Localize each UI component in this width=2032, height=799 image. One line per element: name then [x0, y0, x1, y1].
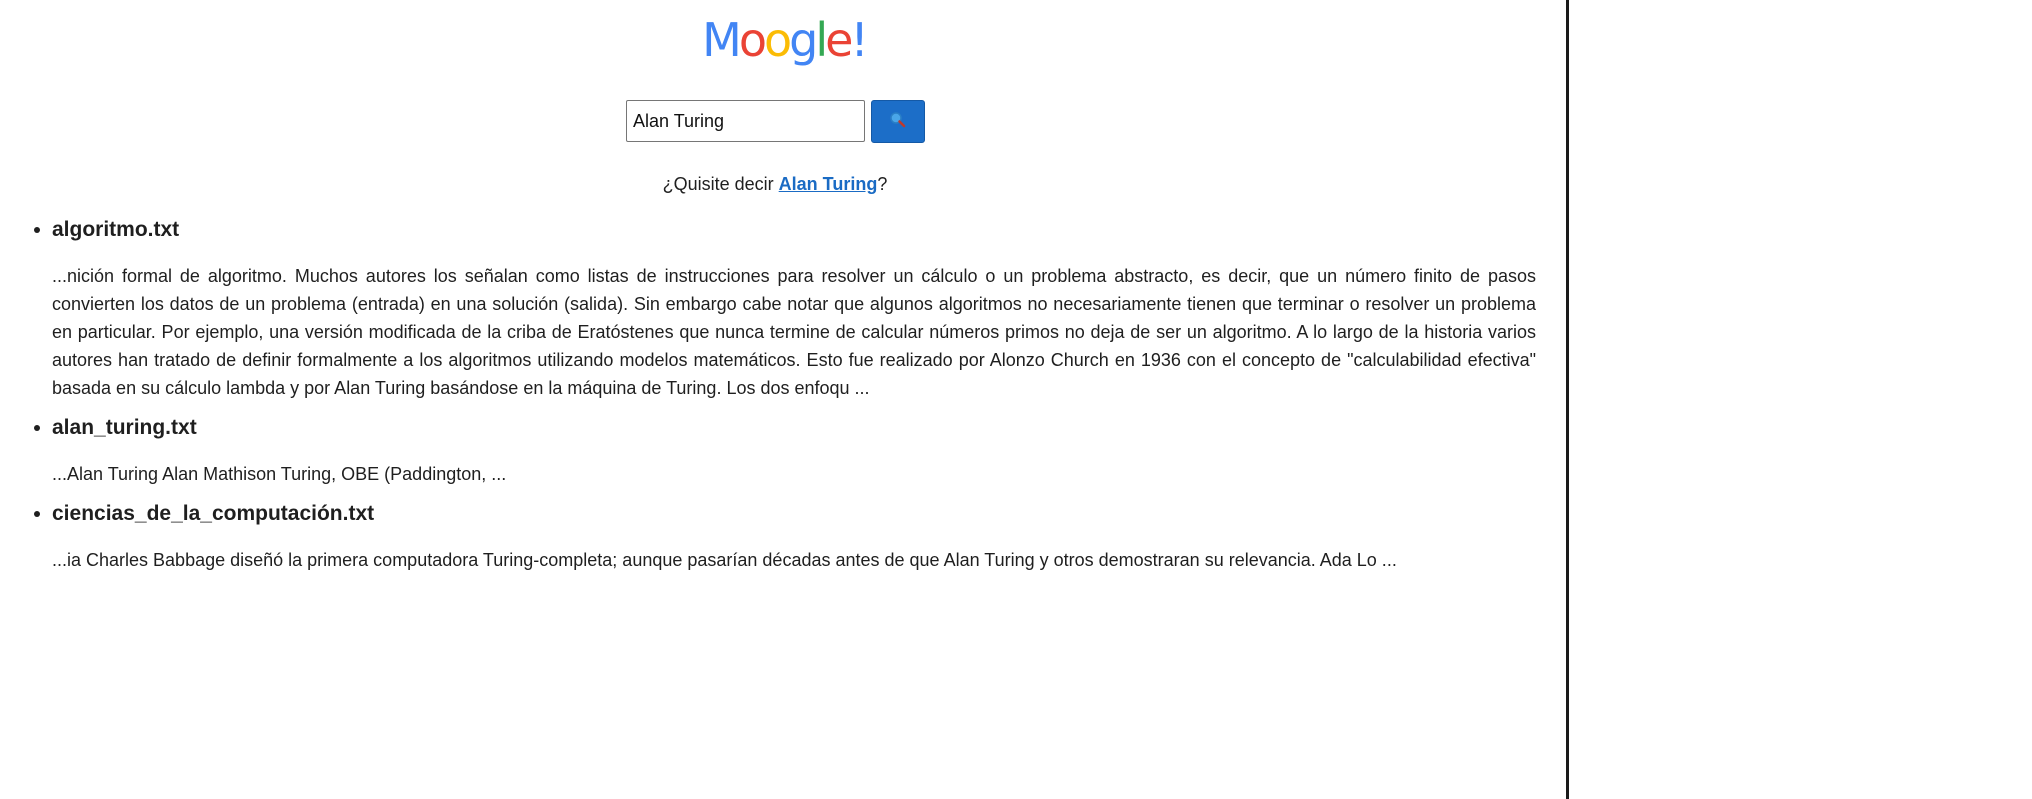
result-title[interactable]: algoritmo.txt — [52, 214, 1536, 246]
magnifier-icon — [889, 111, 907, 132]
result-item: algoritmo.txt ...nición formal de algori… — [0, 214, 1568, 402]
bullet-icon — [34, 511, 40, 517]
result-item: ciencias_de_la_computación.txt ...ia Cha… — [0, 498, 1568, 574]
did-you-mean: ¿Quisite decir Alan Turing? — [0, 172, 1550, 196]
result-title[interactable]: alan_turing.txt — [52, 412, 1536, 444]
moogle-logo: Moogle! — [0, 12, 1568, 68]
logo-letter: o — [738, 13, 767, 67]
search-button[interactable] — [871, 100, 925, 143]
result-title[interactable]: ciencias_de_la_computación.txt — [52, 498, 1536, 530]
page: Moogle! ¿Quisite decir Alan Turing? algo… — [0, 0, 1568, 799]
result-item: alan_turing.txt ...Alan Turing Alan Math… — [0, 412, 1568, 488]
search-bar — [626, 100, 925, 144]
result-snippet: ...ia Charles Babbage diseñó la primera … — [52, 550, 1397, 570]
search-input[interactable] — [626, 100, 865, 142]
bullet-icon — [34, 425, 40, 431]
logo-letter: M — [702, 13, 742, 67]
bullet-icon — [34, 227, 40, 233]
did-you-mean-link[interactable]: Alan Turing — [779, 174, 878, 194]
results-list: algoritmo.txt ...nición formal de algori… — [0, 214, 1568, 584]
did-you-mean-prefix: ¿Quisite decir — [662, 174, 779, 194]
did-you-mean-suffix: ? — [877, 174, 888, 194]
page-edge-scrollbar[interactable] — [1566, 0, 1569, 799]
logo-letter: ! — [850, 13, 869, 67]
logo-letter: e — [825, 13, 853, 67]
logo-letter: o — [763, 13, 792, 67]
logo-letter: l — [815, 13, 828, 67]
result-snippet: ...Alan Turing Alan Mathison Turing, OBE… — [52, 464, 507, 484]
result-snippet: ...nición formal de algoritmo. Muchos au… — [52, 266, 1536, 398]
logo-letter: g — [789, 13, 818, 67]
